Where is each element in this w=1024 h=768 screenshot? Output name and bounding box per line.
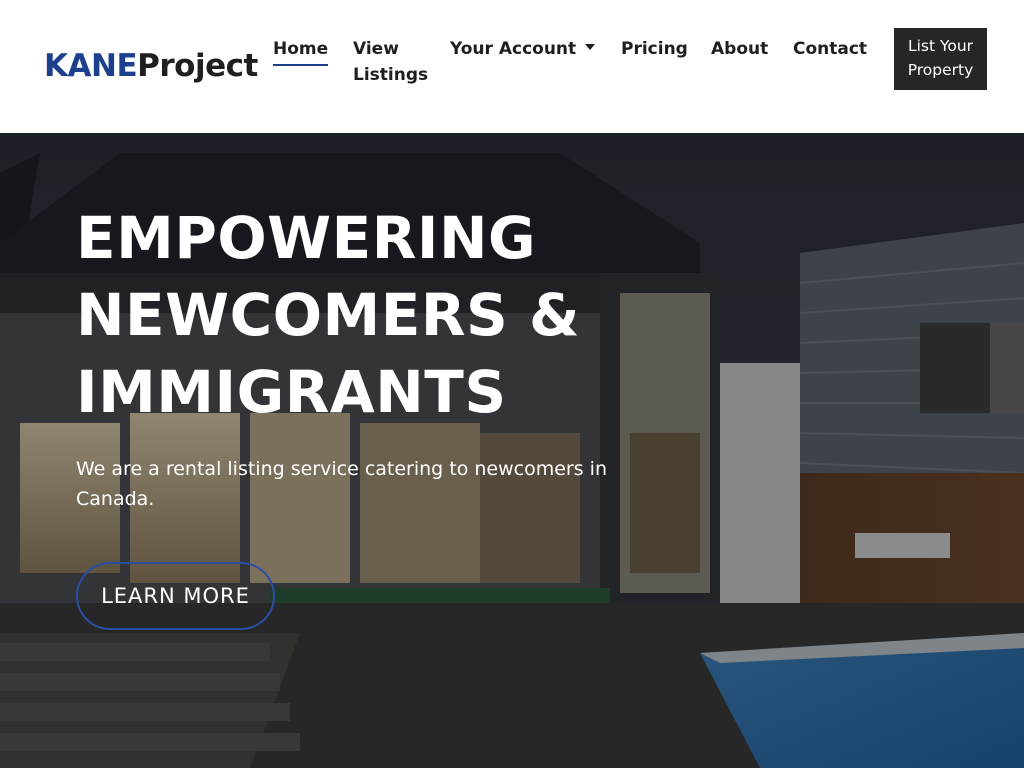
nav-contact[interactable]: Contact	[793, 36, 867, 62]
cta-line1: List Your	[907, 37, 974, 55]
hero-title-line3: IMMIGRANTS	[76, 358, 507, 426]
nav-pricing[interactable]: Pricing	[621, 36, 688, 62]
logo-part-kane: KANE	[44, 48, 138, 84]
hero-title: EMPOWERING NEWCOMERS & IMMIGRANTS	[76, 200, 716, 431]
brand-logo[interactable]: KANEProject	[44, 46, 258, 86]
nav-about[interactable]: About	[711, 36, 768, 62]
nav-your-account-label: Your Account	[450, 39, 577, 59]
nav-view-listings-line2: Listings	[353, 65, 429, 85]
hero-section: EMPOWERING NEWCOMERS & IMMIGRANTS We are…	[0, 133, 1024, 768]
nav-home[interactable]: Home	[273, 36, 329, 66]
nav-your-account-dropdown[interactable]: Your Account	[450, 36, 596, 62]
site-header: KANEProject Home View Listings Your Acco…	[0, 0, 1024, 133]
list-your-property-button[interactable]: List Your Property	[894, 28, 987, 90]
nav-view-listings-line1: View	[353, 39, 399, 59]
nav-home-label: Home	[273, 39, 329, 59]
chevron-down-icon	[585, 44, 596, 50]
hero-title-line2: NEWCOMERS &	[76, 281, 581, 349]
cta-line2: Property	[907, 61, 974, 79]
hero-title-line1: EMPOWERING	[76, 204, 537, 272]
learn-more-button[interactable]: LEARN MORE	[76, 562, 275, 630]
active-underline	[273, 64, 329, 66]
hero-description: We are a rental listing service catering…	[76, 458, 607, 510]
nav-view-listings[interactable]: View Listings	[353, 36, 428, 88]
logo-part-project: Project	[137, 48, 258, 84]
